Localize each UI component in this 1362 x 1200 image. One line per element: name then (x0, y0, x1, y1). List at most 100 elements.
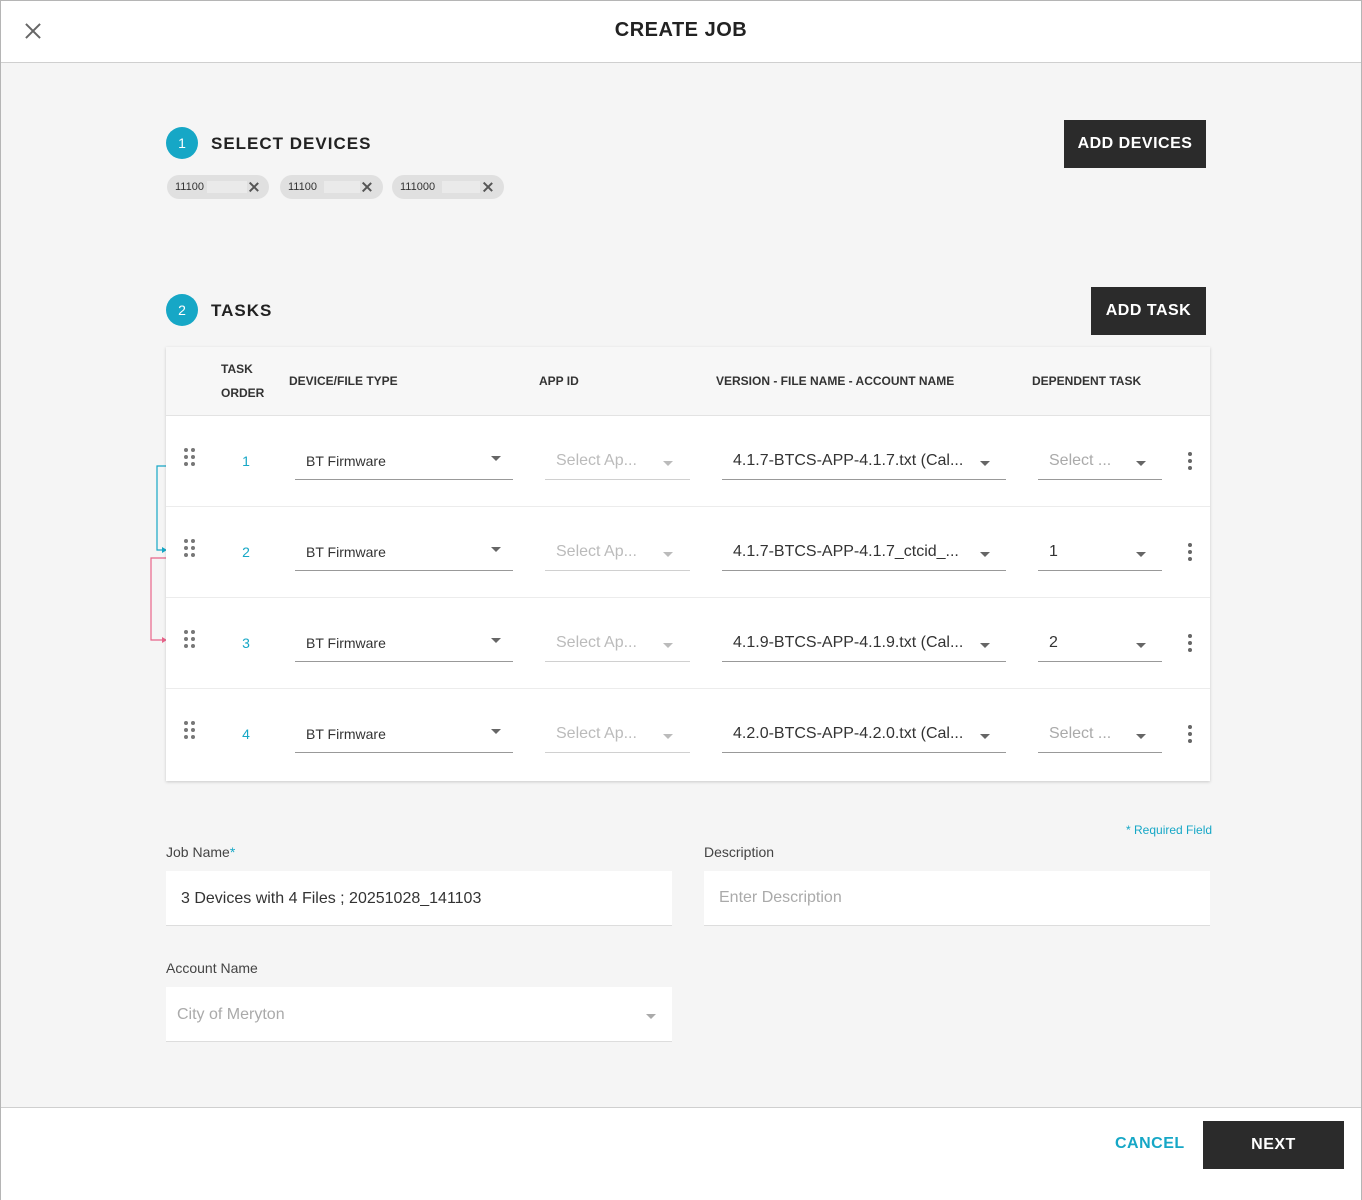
remove-chip-icon[interactable] (361, 181, 373, 193)
drag-handle-icon[interactable] (184, 448, 198, 468)
job-name-label-text: Job Name (166, 844, 230, 860)
chevron-down-icon (980, 461, 990, 466)
chevron-down-icon (1136, 643, 1146, 648)
chevron-down-icon (980, 643, 990, 648)
step-1-badge: 1 (166, 127, 198, 159)
drag-handle-icon[interactable] (184, 539, 198, 559)
task-order: 1 (242, 453, 250, 469)
chevron-down-icon (663, 552, 673, 557)
chevron-down-icon (663, 461, 673, 466)
version-value: 4.1.7-BTCS-APP-4.1.7_ctcid_... (733, 543, 959, 560)
add-task-button[interactable]: ADD TASK (1091, 287, 1206, 335)
device-type-select[interactable]: BT Firmware (295, 438, 513, 480)
device-chip: 111000 (392, 175, 504, 199)
version-value: 4.1.7-BTCS-APP-4.1.7.txt (Cal... (733, 452, 964, 469)
chevron-down-icon (491, 729, 501, 734)
dependent-task-value: Select ... (1049, 452, 1112, 469)
device-type-value: BT Firmware (306, 635, 386, 651)
description-field[interactable] (704, 871, 1210, 926)
create-job-dialog: CREATE JOB 1 SELECT DEVICES ADD DEVICES … (0, 0, 1362, 1200)
table-row: 1 BT Firmware Select Ap... 4.1.7-BTCS-AP… (166, 416, 1210, 507)
drag-handle-icon[interactable] (184, 630, 198, 650)
account-name-value: City of Meryton (177, 1006, 285, 1023)
step-2-badge: 2 (166, 294, 198, 326)
dependent-task-select[interactable]: 2 (1038, 620, 1162, 662)
col-task-order-line1: TASK (221, 362, 253, 376)
required-field-note: * Required Field (1126, 823, 1213, 837)
chevron-down-icon (1136, 461, 1146, 466)
redacted-mask (324, 181, 360, 193)
version-select[interactable]: 4.1.7-BTCS-APP-4.1.7_ctcid_... (722, 529, 1006, 571)
table-row: 4 BT Firmware Select Ap... 4.2.0-BTCS-AP… (166, 689, 1210, 780)
add-devices-button[interactable]: ADD DEVICES (1064, 120, 1206, 168)
page-title: CREATE JOB (614, 19, 748, 41)
dependency-line-2-3 (150, 557, 167, 641)
chevron-down-icon (491, 547, 501, 552)
dependent-task-select[interactable]: Select ... (1038, 711, 1162, 753)
device-type-value: BT Firmware (306, 726, 386, 742)
dependent-task-select[interactable]: 1 (1038, 529, 1162, 571)
version-value: 4.2.0-BTCS-APP-4.2.0.txt (Cal... (733, 725, 964, 742)
version-select[interactable]: 4.1.9-BTCS-APP-4.1.9.txt (Cal... (722, 620, 1006, 662)
dialog-footer (1, 1107, 1361, 1200)
version-select[interactable]: 4.2.0-BTCS-APP-4.2.0.txt (Cal... (722, 711, 1006, 753)
more-options-icon[interactable] (1187, 452, 1193, 470)
tasks-table: TASK ORDER DEVICE/FILE TYPE APP ID VERSI… (166, 347, 1210, 781)
app-id-select[interactable]: Select Ap... (545, 711, 690, 753)
next-button[interactable]: NEXT (1203, 1121, 1344, 1169)
device-type-value: BT Firmware (306, 453, 386, 469)
redacted-mask (207, 181, 247, 193)
chevron-down-icon (1136, 734, 1146, 739)
app-id-placeholder: Select Ap... (556, 725, 637, 742)
chevron-down-icon (663, 643, 673, 648)
col-task-order-line2: ORDER (221, 386, 265, 400)
tasks-title: TASKS (211, 301, 273, 320)
select-devices-title: SELECT DEVICES (211, 134, 372, 153)
chevron-down-icon (646, 1014, 656, 1019)
device-chip-label: 11100 (175, 181, 204, 193)
app-id-select[interactable]: Select Ap... (545, 620, 690, 662)
dependent-task-value: 1 (1049, 543, 1058, 560)
version-value: 4.1.9-BTCS-APP-4.1.9.txt (Cal... (733, 634, 964, 651)
app-id-select[interactable]: Select Ap... (545, 438, 690, 480)
remove-chip-icon[interactable] (248, 181, 260, 193)
dependent-task-value: 2 (1049, 634, 1058, 651)
app-id-select[interactable]: Select Ap... (545, 529, 690, 571)
cancel-button[interactable]: CANCEL (1115, 1135, 1185, 1153)
device-chip: 11100 (167, 175, 269, 199)
more-options-icon[interactable] (1187, 725, 1193, 743)
remove-chip-icon[interactable] (482, 181, 494, 193)
dialog-header: CREATE JOB (1, 1, 1361, 63)
task-order: 2 (242, 544, 250, 560)
device-chip-label: 111000 (400, 181, 436, 193)
device-type-select[interactable]: BT Firmware (295, 529, 513, 571)
device-type-select[interactable]: BT Firmware (295, 620, 513, 662)
task-order: 4 (242, 726, 250, 742)
col-device-file-type: DEVICE/FILE TYPE (289, 374, 398, 388)
device-chip: 11100 (280, 175, 383, 199)
chevron-down-icon (980, 552, 990, 557)
chevron-down-icon (491, 638, 501, 643)
device-type-select[interactable]: BT Firmware (295, 711, 513, 753)
col-version: VERSION - FILE NAME - ACCOUNT NAME (716, 374, 955, 388)
more-options-icon[interactable] (1187, 634, 1193, 652)
drag-handle-icon[interactable] (184, 721, 198, 741)
chevron-down-icon (1136, 552, 1146, 557)
chevron-down-icon (491, 456, 501, 461)
task-order: 3 (242, 635, 250, 651)
table-header: TASK ORDER DEVICE/FILE TYPE APP ID VERSI… (166, 347, 1210, 416)
dependent-task-value: Select ... (1049, 725, 1112, 742)
job-name-label: Job Name* (166, 844, 235, 860)
description-input[interactable] (704, 871, 1210, 925)
app-id-placeholder: Select Ap... (556, 543, 637, 560)
more-options-icon[interactable] (1187, 543, 1193, 561)
version-select[interactable]: 4.1.7-BTCS-APP-4.1.7.txt (Cal... (722, 438, 1006, 480)
account-name-select[interactable]: City of Meryton (166, 987, 672, 1042)
job-name-field[interactable]: 3 Devices with 4 Files ; 20251028_141103 (166, 871, 672, 926)
table-row: 2 BT Firmware Select Ap... 4.1.7-BTCS-AP… (166, 507, 1210, 598)
chevron-down-icon (663, 734, 673, 739)
col-task-order: TASK ORDER (221, 357, 264, 405)
description-label: Description (704, 844, 775, 860)
dependent-task-select[interactable]: Select ... (1038, 438, 1162, 480)
device-type-value: BT Firmware (306, 544, 386, 560)
